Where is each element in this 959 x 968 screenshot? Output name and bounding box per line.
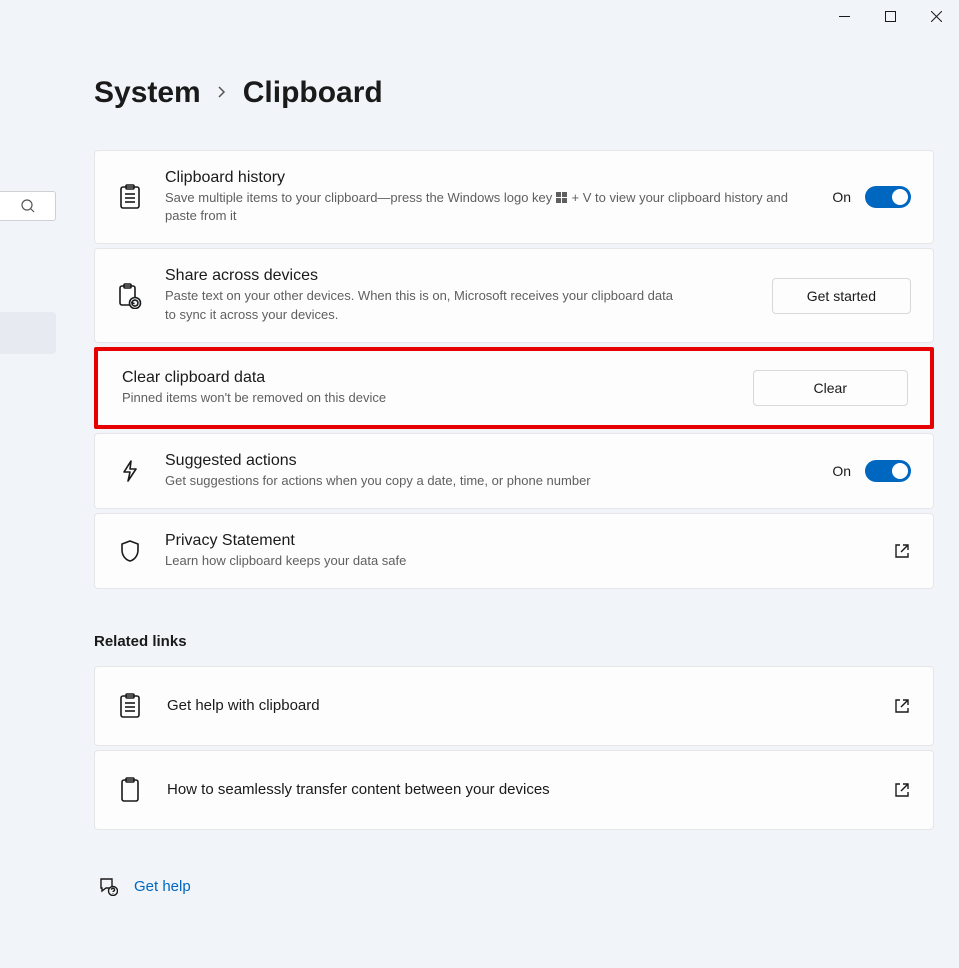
card-clipboard-history[interactable]: Clipboard history Save multiple items to… [94, 150, 934, 244]
get-help-row[interactable]: Get help [94, 876, 934, 896]
card-privacy-statement[interactable]: Privacy Statement Learn how clipboard ke… [94, 513, 934, 589]
card-share-devices[interactable]: Share across devices Paste text on your … [94, 248, 934, 342]
external-link-icon [893, 697, 911, 715]
external-link-icon [893, 542, 911, 560]
sidebar-search-button[interactable] [0, 191, 56, 221]
breadcrumb: System Clipboard [94, 76, 934, 110]
card-title: Clear clipboard data [122, 369, 731, 387]
shield-icon [117, 539, 143, 563]
highlighted-clear-card: Clear clipboard data Pinned items won't … [94, 347, 934, 429]
sidebar-selected-item[interactable] [0, 312, 56, 354]
card-description: Save multiple items to your clipboard—pr… [165, 189, 810, 225]
window-controls [821, 0, 959, 32]
card-clear-clipboard: Clear clipboard data Pinned items won't … [98, 351, 930, 425]
windows-logo-icon [556, 191, 568, 203]
lightning-icon [117, 459, 143, 483]
help-icon [98, 876, 118, 896]
card-title: Privacy Statement [165, 532, 871, 550]
card-description: Pinned items won't be removed on this de… [122, 389, 731, 407]
get-help-link[interactable]: Get help [134, 878, 191, 895]
card-title: Share across devices [165, 267, 750, 285]
suggested-actions-toggle[interactable] [865, 460, 911, 482]
page-title: Clipboard [243, 76, 383, 110]
link-get-help-clipboard[interactable]: Get help with clipboard [94, 666, 934, 746]
clipboard-list-icon [117, 693, 143, 719]
link-title: How to seamlessly transfer content betwe… [167, 781, 869, 798]
search-icon [20, 198, 36, 214]
breadcrumb-root[interactable]: System [94, 76, 201, 110]
link-title: Get help with clipboard [167, 697, 869, 714]
clipboard-history-toggle[interactable] [865, 186, 911, 208]
toggle-label: On [832, 463, 851, 479]
external-link-icon [893, 781, 911, 799]
clipboard-sync-icon [117, 283, 143, 309]
link-seamless-transfer[interactable]: How to seamlessly transfer content betwe… [94, 750, 934, 830]
clipboard-icon [117, 777, 143, 803]
toggle-label: On [832, 189, 851, 205]
clipboard-list-icon [117, 184, 143, 210]
chevron-right-icon [217, 83, 227, 104]
maximize-button[interactable] [867, 0, 913, 32]
card-description: Get suggestions for actions when you cop… [165, 472, 810, 490]
card-description: Learn how clipboard keeps your data safe [165, 552, 871, 570]
card-suggested-actions[interactable]: Suggested actions Get suggestions for ac… [94, 433, 934, 509]
close-button[interactable] [913, 0, 959, 32]
minimize-button[interactable] [821, 0, 867, 32]
get-started-button[interactable]: Get started [772, 278, 911, 314]
card-title: Suggested actions [165, 452, 810, 470]
card-title: Clipboard history [165, 169, 810, 187]
clear-button[interactable]: Clear [753, 370, 908, 406]
card-description: Paste text on your other devices. When t… [165, 287, 675, 323]
related-links-heading: Related links [94, 633, 934, 650]
